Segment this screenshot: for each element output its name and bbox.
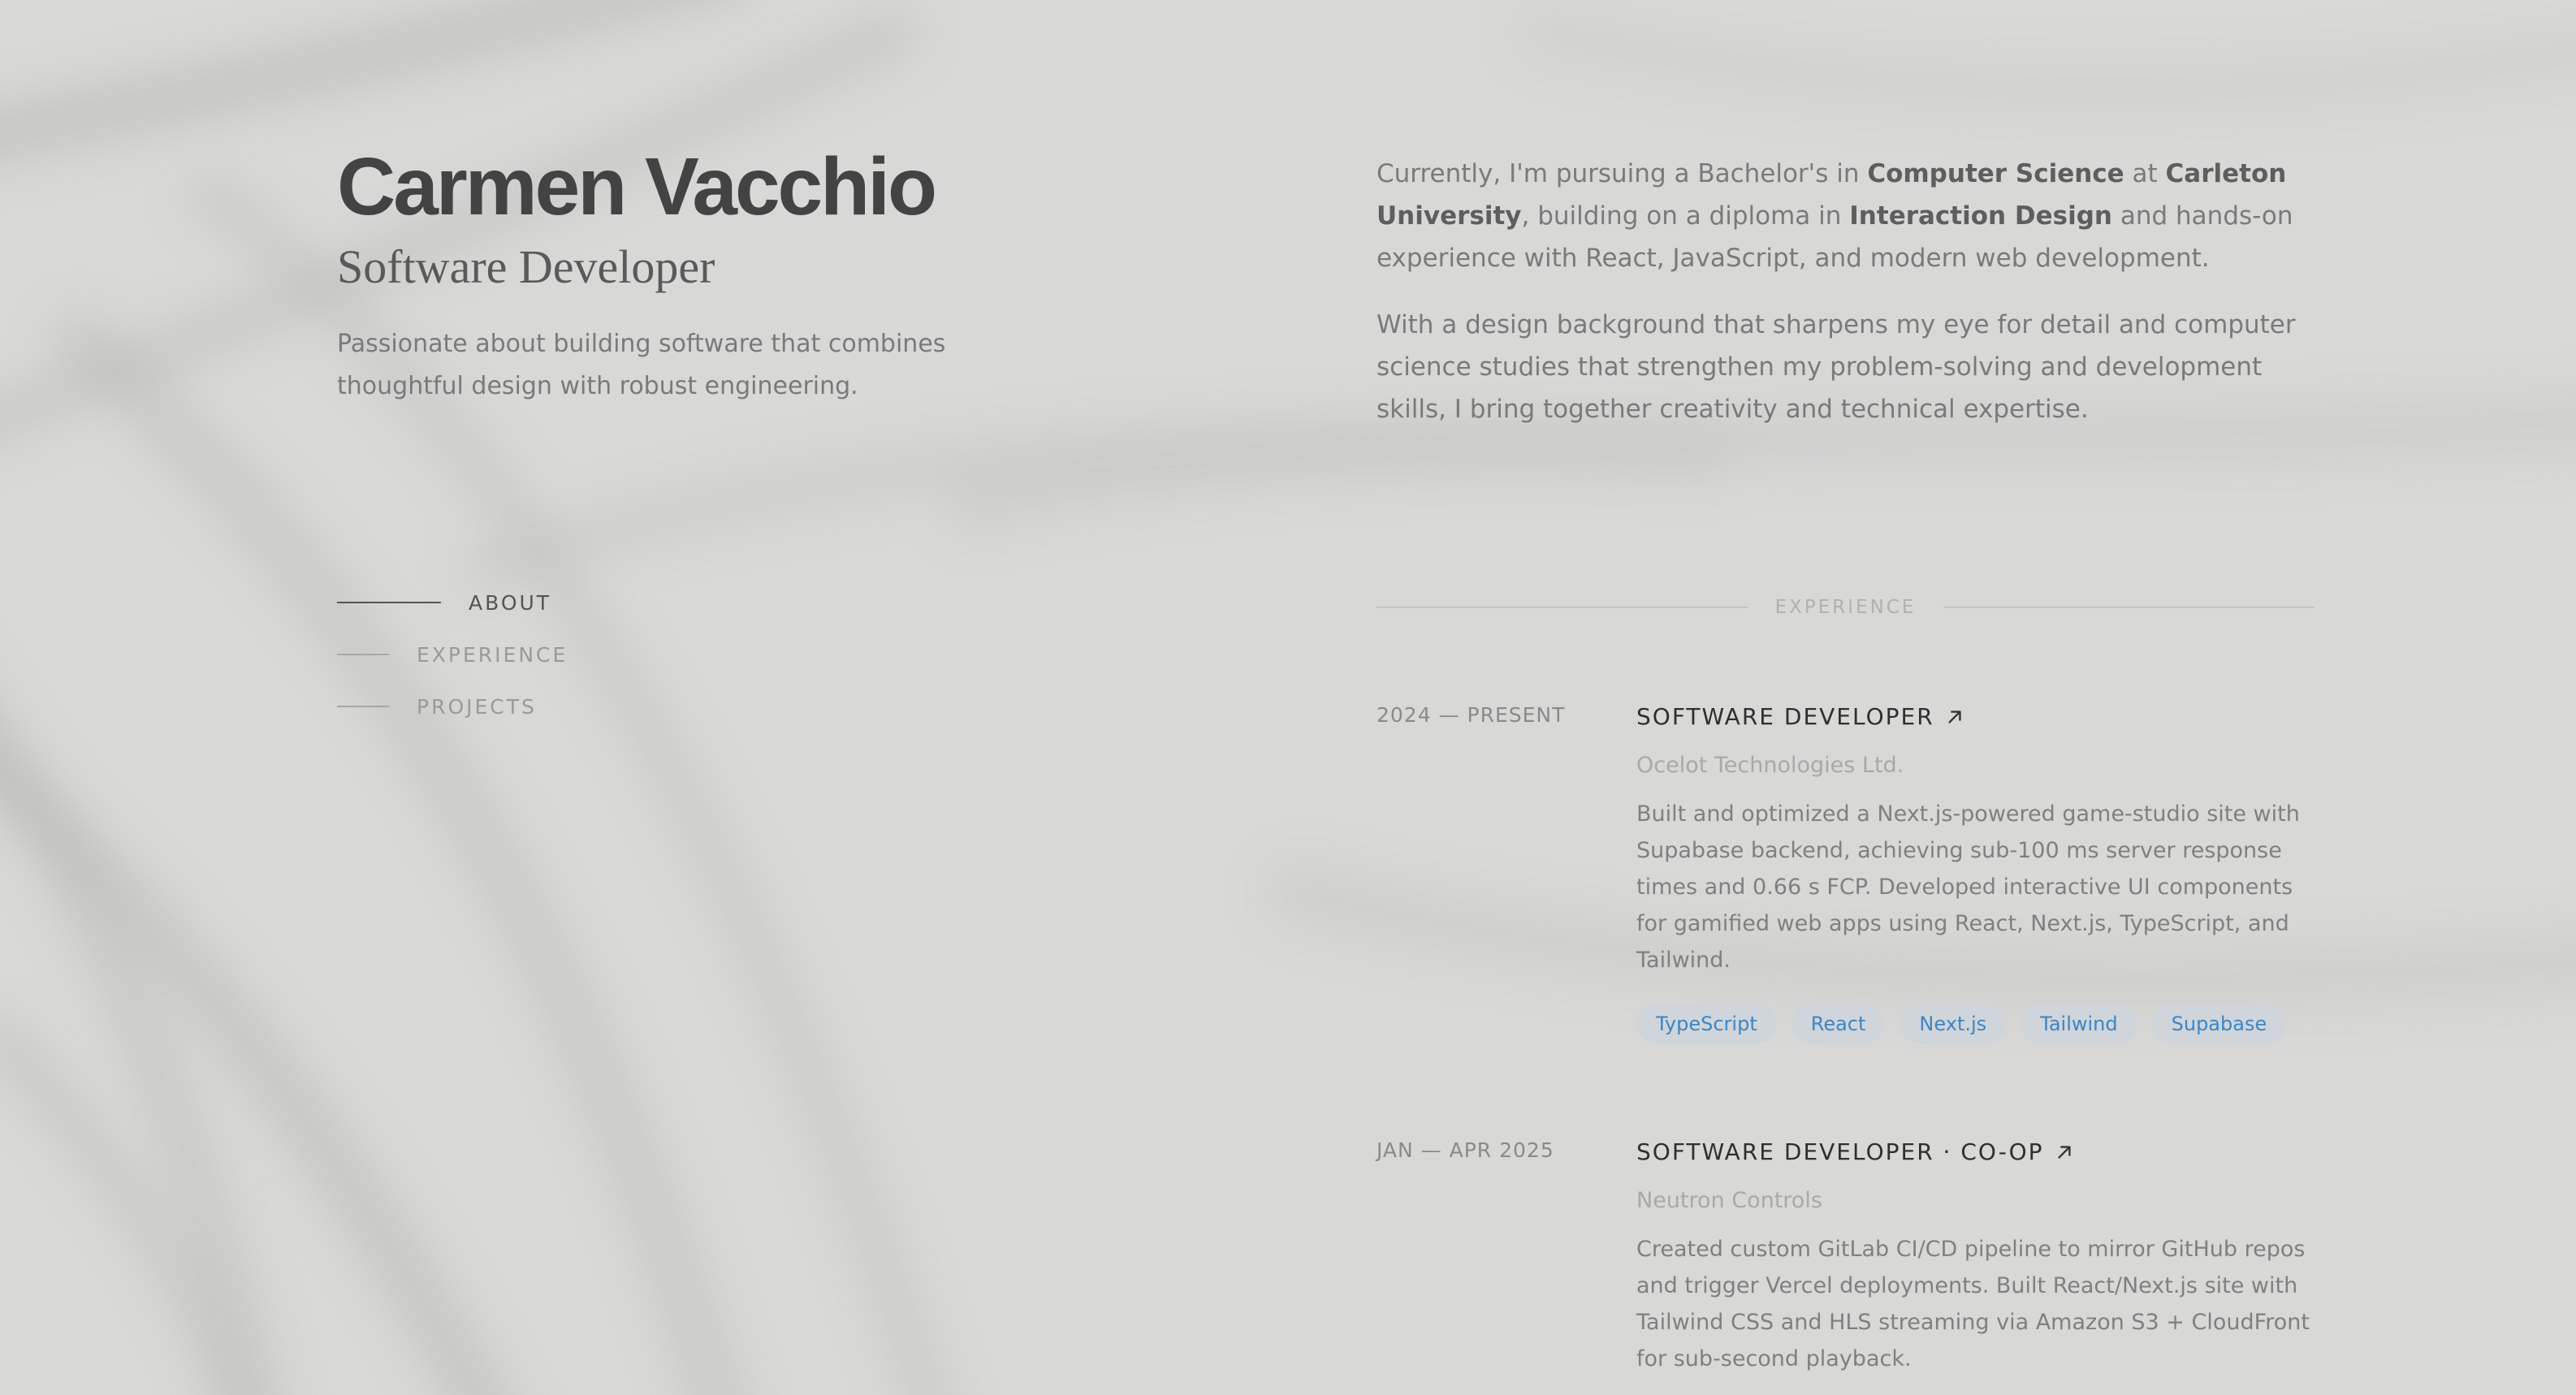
profile-header: Carmen Vacchio Software Developer Passio…	[337, 138, 1068, 408]
tech-tag: Supabase	[2151, 1004, 2287, 1043]
job-period: 2024 — PRESENT	[1377, 703, 1566, 727]
job-period: JAN — APR 2025	[1377, 1138, 1554, 1162]
external-link-arrow-icon	[1948, 710, 1961, 723]
about-highlight-diploma: Interaction Design	[1849, 201, 2112, 231]
nav-item-label: EXPERIENCE	[417, 642, 568, 667]
job-title-link[interactable]: SOFTWARE DEVELOPER	[1636, 703, 2310, 730]
nav-item-label: PROJECTS	[417, 694, 537, 719]
divider-line	[1943, 607, 2315, 608]
about-text: , building on a diploma in	[1521, 201, 1850, 231]
about-paragraph: With a design background that sharpens m…	[1377, 310, 2296, 424]
profile-intro: Passionate about building software that …	[337, 329, 946, 400]
about-text: Currently, I'm pursuing a Bachelor's in	[1377, 159, 1868, 188]
tech-tag: Tailwind	[2021, 1004, 2137, 1043]
job-description: Built and optimized a Next.js-powered ga…	[1636, 801, 2300, 973]
tech-tags: TypeScript React Next.js Tailwind Supaba…	[1636, 1004, 2310, 1043]
page-title: Carmen Vacchio	[337, 141, 937, 232]
job-title: SOFTWARE DEVELOPER · CO-OP	[1636, 1138, 2044, 1165]
section-nav: ABOUT EXPERIENCE PROJECTS	[337, 577, 568, 732]
nav-item-about[interactable]: ABOUT	[337, 577, 568, 628]
experience-section-header: EXPERIENCE	[1377, 597, 2315, 618]
nav-item-experience[interactable]: EXPERIENCE	[337, 628, 568, 680]
about-highlight-degree: Computer Science	[1867, 159, 2124, 188]
job-title: SOFTWARE DEVELOPER	[1636, 703, 1934, 730]
job-description: Created custom GitLab CI/CD pipeline to …	[1636, 1237, 2310, 1371]
section-title: EXPERIENCE	[1774, 597, 1917, 618]
nav-item-projects[interactable]: PROJECTS	[337, 680, 568, 732]
nav-indicator-line	[337, 706, 389, 707]
about-paragraph: Currently, I'm pursuing a Bachelor's in …	[1377, 153, 2315, 279]
profile-role: Software Developer	[337, 240, 715, 293]
job-company: Ocelot Technologies Ltd.	[1636, 753, 1904, 778]
about-text: at	[2124, 159, 2166, 188]
tech-tag: TypeScript	[1636, 1004, 1777, 1043]
tech-tag: React	[1791, 1004, 1886, 1043]
about-section: Currently, I'm pursuing a Bachelor's in …	[1377, 153, 2315, 455]
external-link-arrow-icon	[2057, 1145, 2071, 1159]
nav-indicator-line	[337, 602, 441, 603]
nav-item-label: ABOUT	[469, 590, 552, 615]
job-title-link[interactable]: SOFTWARE DEVELOPER · CO-OP	[1636, 1138, 2310, 1165]
divider-line	[1377, 607, 1748, 608]
tech-tag: Next.js	[1900, 1004, 2007, 1043]
nav-indicator-line	[337, 654, 389, 655]
job-company: Neutron Controls	[1636, 1188, 1822, 1213]
